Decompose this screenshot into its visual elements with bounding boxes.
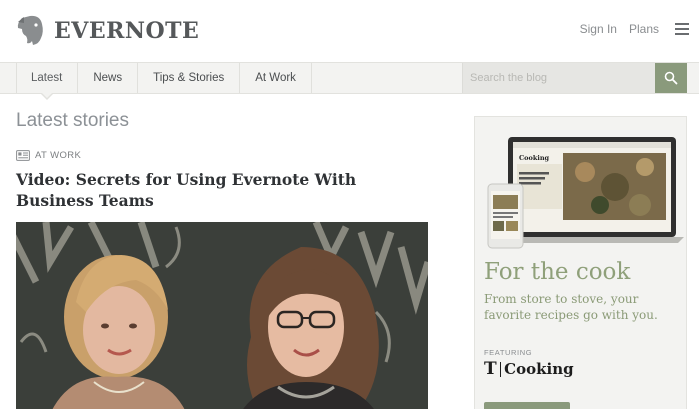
tab-news[interactable]: News (78, 63, 139, 93)
sign-in-link[interactable]: Sign In (580, 22, 617, 36)
search-button[interactable] (655, 63, 687, 93)
promo-cta-button[interactable] (484, 402, 570, 409)
section-title: Latest stories (16, 110, 129, 131)
hero-photo (16, 222, 428, 409)
tab-latest[interactable]: Latest (16, 63, 79, 100)
site-header: EVERNOTE Sign In Plans (0, 0, 699, 62)
tab-tips-stories[interactable]: Tips & Stories (138, 63, 241, 93)
logo-divider (499, 361, 502, 377)
laptop-screen-title: Cooking (519, 154, 550, 162)
promo-title: For the cook (484, 259, 631, 285)
blog-nav-bar: Latest News Tips & Stories At Work (0, 62, 699, 100)
cooking-wordmark: Cooking (504, 360, 574, 378)
devices-illustration: Cooking (487, 137, 684, 249)
promo-description: From store to stove, your favorite recip… (484, 292, 658, 322)
brand-wordmark: EVERNOTE (54, 18, 200, 44)
plans-link[interactable]: Plans (629, 22, 659, 36)
id-card-icon (16, 150, 30, 161)
tab-at-work[interactable]: At Work (240, 63, 312, 93)
search-box (462, 63, 655, 93)
main-content: Latest stories AT WORK Video: Secrets fo… (16, 110, 436, 409)
evernote-logo[interactable]: EVERNOTE (16, 14, 199, 48)
nav-bar-end (687, 63, 699, 93)
elephant-logo-icon (17, 15, 43, 45)
article-category[interactable]: AT WORK (16, 150, 436, 161)
featuring-label: FEATURING (484, 348, 533, 357)
nyt-cooking-logo[interactable]: T Cooking (484, 359, 574, 379)
cooking-promo-panel[interactable]: Cooking For the cook From store to stove… (474, 116, 687, 409)
search-icon (664, 71, 678, 85)
hamburger-menu-icon[interactable] (675, 23, 689, 35)
search-input[interactable] (463, 63, 655, 93)
article-title-link[interactable]: Video: Secrets for Using Evernote With B… (16, 169, 428, 211)
nyt-t-logo-icon: T (484, 359, 497, 379)
article-hero-image[interactable] (16, 222, 428, 409)
category-label: AT WORK (35, 150, 82, 161)
